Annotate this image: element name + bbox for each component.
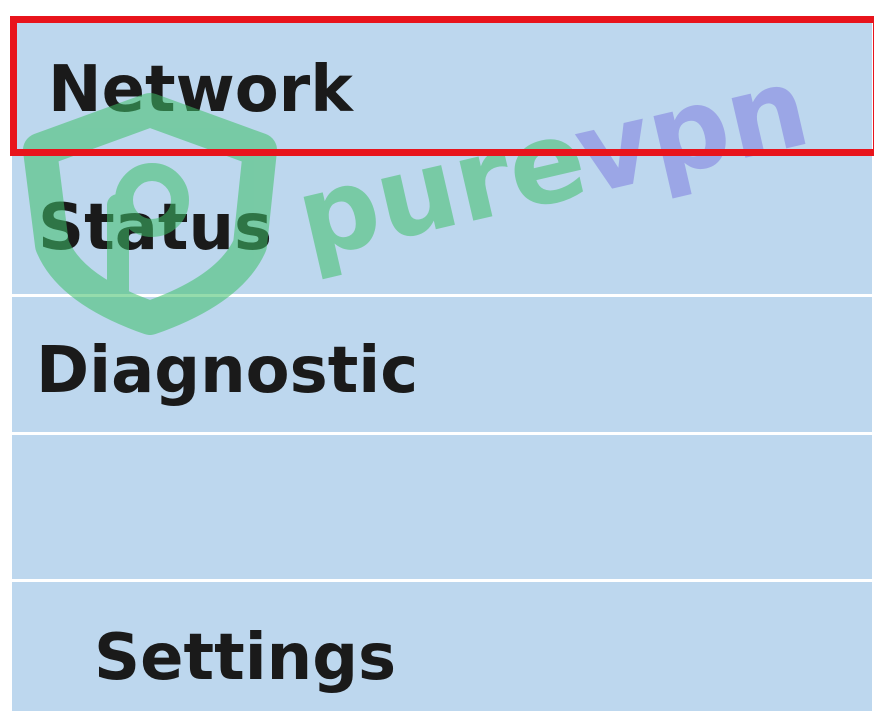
- menu-item-label: Settings: [94, 621, 397, 695]
- menu-item-label: Status: [38, 191, 273, 265]
- menu-item-diagnostic[interactable]: Diagnostic: [12, 297, 872, 432]
- menu-item-settings[interactable]: Settings: [12, 582, 872, 711]
- menu-item-empty[interactable]: [12, 435, 872, 579]
- menu-item-status[interactable]: Status: [12, 152, 872, 294]
- menu-item-label: Diagnostic: [36, 334, 419, 408]
- selection-highlight: [10, 16, 874, 156]
